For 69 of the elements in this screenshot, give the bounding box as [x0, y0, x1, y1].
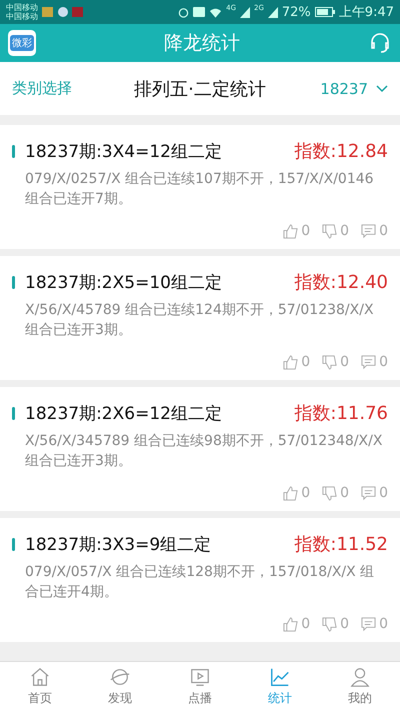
thumbs-down-icon[interactable] — [322, 616, 338, 632]
stat-card[interactable]: 18237期:2X6=12组二定 指数:11.76 X/56/X/345789 组合已连续98期不开，57/012348/X/X 组合已连开3期。 0 0 0 — [0, 387, 400, 511]
card-title: 18237期:2X5=10组二定 — [25, 272, 223, 294]
section-title: 排列五·二定统计 — [133, 78, 267, 100]
like-count: 0 — [301, 354, 310, 370]
accent-bar — [12, 538, 15, 550]
thumbs-up-icon[interactable] — [283, 616, 298, 632]
card-description: X/56/X/345789 组合已连续98期不开，57/012348/X/X 组合已连开3期。 — [24, 432, 384, 471]
card-description: X/56/X/45789 组合已连续124期不开，57/01238/X/X 组合已连开3期。 — [24, 301, 375, 340]
card-description: 079/X/057/X 组合已连续128期不开，157/018/X/X 组合已连开4期。 — [24, 563, 376, 602]
dislike-count: 0 — [340, 223, 350, 239]
thumbs-down-icon[interactable] — [322, 354, 338, 370]
comment-count: 0 — [379, 354, 388, 370]
carrier-label: 中国移动 — [6, 3, 38, 12]
comment-icon[interactable] — [361, 354, 376, 370]
like-count: 0 — [301, 485, 310, 501]
card-title: 18237期:3X3=9组二定 — [25, 534, 212, 556]
discover-icon — [109, 666, 131, 688]
accent-bar — [12, 144, 15, 158]
battery-percent: 72% — [282, 4, 311, 20]
page-title: 降龙统计 — [163, 31, 241, 56]
index-value: 指数:11.76 — [294, 402, 388, 425]
category-select[interactable]: 类别选择 — [12, 79, 112, 98]
comment-icon[interactable] — [361, 224, 376, 238]
wifi-icon — [209, 6, 222, 18]
chevron-down-icon[interactable] — [376, 84, 388, 92]
profile-icon — [349, 666, 371, 688]
card-title: 18237期:2X6=12组二定 — [25, 402, 223, 424]
app-logo[interactable]: 微彩 — [8, 30, 36, 56]
accent-bar — [12, 276, 15, 288]
index-value: 指数:12.84 — [294, 140, 388, 163]
carrier-label: 中国移动 — [6, 12, 38, 21]
thumbs-down-icon[interactable] — [322, 486, 338, 500]
nav-tab[interactable]: 点播 — [160, 662, 240, 711]
comment-count: 0 — [379, 485, 388, 501]
thumbs-up-icon[interactable] — [283, 486, 298, 500]
index-value: 指数:12.40 — [294, 271, 388, 294]
issue-select[interactable]: 18237 — [320, 80, 368, 98]
battery-icon — [314, 7, 335, 17]
card-title: 18237期:3X4=12组二定 — [25, 140, 223, 162]
stat-card[interactable]: 18237期:3X4=12组二定 指数:12.84 079/X/0257/X 组合已连续107期不开，157/X/X/0146 组合已连开7期。 0 0 0 — [0, 125, 400, 249]
like-count: 0 — [301, 223, 310, 239]
headset-icon[interactable] — [368, 31, 392, 55]
comment-icon[interactable] — [361, 486, 376, 500]
home-icon — [29, 666, 51, 688]
like-count: 0 — [301, 616, 310, 632]
thumbs-up-icon[interactable] — [283, 224, 298, 238]
thumbs-down-icon[interactable] — [322, 224, 338, 238]
comment-count: 0 — [379, 616, 388, 632]
index-value: 指数:11.52 — [294, 533, 388, 556]
clock: 上午9:47 — [338, 4, 394, 21]
dislike-count: 0 — [340, 616, 350, 632]
signal-icon — [268, 6, 278, 18]
accent-bar — [12, 406, 15, 420]
play-icon — [189, 666, 211, 688]
dislike-count: 0 — [340, 485, 350, 501]
comment-icon[interactable] — [361, 616, 376, 632]
card-description: 079/X/0257/X 组合已连续107期不开，157/X/X/0146 组合已连开7期。 — [24, 170, 375, 209]
nav-tab[interactable]: 发现 — [80, 662, 160, 711]
stat-card[interactable]: 18237期:2X5=10组二定 指数:12.40 X/56/X/45789 组合已连续124期不开，57/01238/X/X 组合已连开3期。 0 0 0 — [0, 256, 400, 380]
thumbs-up-icon[interactable] — [283, 354, 298, 370]
comment-count: 0 — [379, 223, 388, 239]
stat-card[interactable]: 18237期:3X3=9组二定 指数:11.52 079/X/057/X 组合已连续128期不开，157/018/X/X 组合已连开4期。 0 0 0 — [0, 518, 400, 642]
nav-tab[interactable]: 首页 — [0, 662, 80, 711]
dislike-count: 0 — [340, 354, 350, 370]
nav-tab[interactable]: 统计 — [240, 662, 320, 711]
signal-icon — [240, 6, 250, 18]
stats-icon — [269, 666, 291, 688]
nav-tab[interactable]: 我的 — [320, 662, 400, 711]
